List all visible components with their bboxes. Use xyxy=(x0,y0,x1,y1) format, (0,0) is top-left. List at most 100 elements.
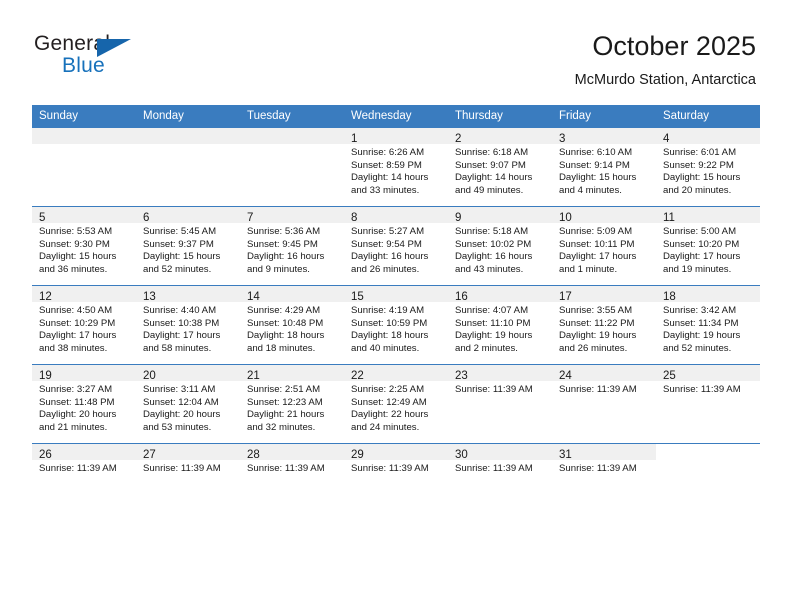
calendar-cell-empty[interactable] xyxy=(240,127,344,207)
calendar-day-cell[interactable]: 14 Sunrise: 4:29 AM Sunset: 10:48 PM Daylig… xyxy=(240,285,344,365)
calendar-day-cell[interactable]: 12 Sunrise: 4:50 AM Sunset: 10:29 PM Daylig… xyxy=(32,285,136,365)
day-number-band: 9 xyxy=(448,207,552,224)
calendar-day-cell[interactable]: 18 Sunrise: 3:42 AM Sunset: 11:34 PM Daylig… xyxy=(656,285,760,365)
day-number: 6 xyxy=(143,212,150,224)
logo-text-blue: Blue xyxy=(62,54,105,77)
daylight-text: Daylight: 20 hours and 21 minutes. xyxy=(39,409,117,433)
sunrise-text: Sunrise: 5:36 AM xyxy=(247,226,321,237)
calendar-day-cell[interactable]: 7 Sunrise: 5:36 AM Sunset: 9:45 PM Daylight… xyxy=(240,206,344,286)
day-details: Sunrise: 3:55 AM Sunset: 11:22 PM Daylight… xyxy=(552,302,656,355)
day-details: Sunrise: 11:39 AM xyxy=(344,460,448,476)
calendar-day-cell[interactable]: 28 Sunrise: 11:39 AM xyxy=(240,443,344,522)
sunset-text: Sunset: 10:20 PM xyxy=(663,238,740,250)
day-number: 26 xyxy=(39,449,52,461)
calendar-week-row: 1 Sunrise: 6:26 AM Sunset: 8:59 PM Daylight… xyxy=(32,127,760,207)
sunset-text: Sunset: 10:38 PM xyxy=(143,317,220,329)
weekday-header-row: Sunday Monday Tuesday Wednesday Thursday… xyxy=(32,105,760,128)
sunrise-text: Sunrise: 2:51 AM xyxy=(247,384,321,395)
title-block: October 2025 McMurdo Station, Antarctica xyxy=(575,30,756,90)
day-number-band: 22 xyxy=(344,365,448,382)
calendar-cell-empty[interactable] xyxy=(32,127,136,207)
day-number-band: 16 xyxy=(448,286,552,303)
calendar-day-cell[interactable]: 16 Sunrise: 4:07 AM Sunset: 11:10 PM Daylig… xyxy=(448,285,552,365)
day-details: Sunrise: 4:50 AM Sunset: 10:29 PM Daylight… xyxy=(32,302,136,355)
calendar-cell-empty[interactable] xyxy=(656,443,760,522)
calendar-day-cell[interactable]: 19 Sunrise: 3:27 AM Sunset: 11:48 PM Daylig… xyxy=(32,364,136,444)
calendar-day-cell[interactable]: 8 Sunrise: 5:27 AM Sunset: 9:54 PM Daylight… xyxy=(344,206,448,286)
day-details: Sunrise: 11:39 AM xyxy=(240,460,344,476)
page-subtitle: McMurdo Station, Antarctica xyxy=(574,72,756,88)
calendar-day-cell[interactable]: 4 Sunrise: 6:01 AM Sunset: 9:22 PM Daylight… xyxy=(656,127,760,207)
day-number-band: 2 xyxy=(448,128,552,145)
sunset-text: Sunset: 9:14 PM xyxy=(559,159,630,171)
day-number: 23 xyxy=(455,370,468,382)
calendar-day-cell[interactable]: 15 Sunrise: 4:19 AM Sunset: 10:59 PM Daylig… xyxy=(344,285,448,365)
day-number-band: 19 xyxy=(32,365,136,382)
generalblue-logo: General Blue xyxy=(34,32,154,84)
daylight-text: Daylight: 17 hours and 19 minutes. xyxy=(663,251,741,275)
day-details: Sunrise: 2:25 AM Sunset: 12:49 AM Daylight… xyxy=(344,381,448,434)
day-details: Sunrise: 6:10 AM Sunset: 9:14 PM Daylight:… xyxy=(552,144,656,197)
day-number: 28 xyxy=(247,449,260,461)
calendar-day-cell[interactable]: 11 Sunrise: 5:00 AM Sunset: 10:20 PM Daylig… xyxy=(656,206,760,286)
calendar-day-cell[interactable]: 25 Sunrise: 11:39 AM xyxy=(656,364,760,444)
day-number: 3 xyxy=(559,133,566,145)
day-number-band: 24 xyxy=(552,365,656,382)
calendar-day-cell[interactable]: 23 Sunrise: 11:39 AM xyxy=(448,364,552,444)
sunset-text: Sunset: 10:29 PM xyxy=(39,317,116,329)
day-number: 7 xyxy=(247,212,254,224)
calendar-day-cell[interactable]: 10 Sunrise: 5:09 AM Sunset: 10:11 PM Daylig… xyxy=(552,206,656,286)
sunrise-text: Sunrise: 3:42 AM xyxy=(663,305,737,316)
day-number: 25 xyxy=(663,370,676,382)
calendar-day-cell[interactable]: 30 Sunrise: 11:39 AM xyxy=(448,443,552,522)
day-number: 20 xyxy=(143,370,156,382)
calendar-day-cell[interactable]: 27 Sunrise: 11:39 AM xyxy=(136,443,240,522)
daylight-text: Daylight: 15 hours and 20 minutes. xyxy=(663,172,741,196)
sunrise-text: Sunrise: 5:45 AM xyxy=(143,226,217,237)
sunset-text: Sunset: 9:22 PM xyxy=(663,159,734,171)
daylight-text: Daylight: 20 hours and 53 minutes. xyxy=(143,409,221,433)
daylight-text: Daylight: 14 hours and 33 minutes. xyxy=(351,172,429,196)
day-number: 5 xyxy=(39,212,46,224)
calendar-day-cell[interactable]: 17 Sunrise: 3:55 AM Sunset: 11:22 PM Daylig… xyxy=(552,285,656,365)
calendar-day-cell[interactable]: 1 Sunrise: 6:26 AM Sunset: 8:59 PM Daylight… xyxy=(344,127,448,207)
day-details: Sunrise: 5:09 AM Sunset: 10:11 PM Daylight… xyxy=(552,223,656,276)
calendar-day-cell[interactable]: 29 Sunrise: 11:39 AM xyxy=(344,443,448,522)
day-details: Sunrise: 5:18 AM Sunset: 10:02 PM Daylight… xyxy=(448,223,552,276)
day-details: Sunrise: 4:29 AM Sunset: 10:48 PM Daylight… xyxy=(240,302,344,355)
sunrise-text: Sunrise: 5:53 AM xyxy=(39,226,113,237)
day-number-band: 28 xyxy=(240,444,344,461)
calendar-day-cell[interactable]: 24 Sunrise: 11:39 AM xyxy=(552,364,656,444)
day-number-band: 7 xyxy=(240,207,344,224)
calendar-cell-empty[interactable] xyxy=(136,127,240,207)
calendar-day-cell[interactable]: 13 Sunrise: 4:40 AM Sunset: 10:38 PM Daylig… xyxy=(136,285,240,365)
day-number-band xyxy=(32,128,136,144)
calendar-day-cell[interactable]: 21 Sunrise: 2:51 AM Sunset: 12:23 AM Daylig… xyxy=(240,364,344,444)
sunrise-text: Sunrise: 6:10 AM xyxy=(559,147,633,158)
sunrise-text: Sunrise: 11:39 AM xyxy=(247,463,325,474)
calendar-week-row: 12 Sunrise: 4:50 AM Sunset: 10:29 PM Daylig… xyxy=(32,285,760,365)
sunrise-text: Sunrise: 11:39 AM xyxy=(455,463,533,474)
sunrise-text: Sunrise: 6:01 AM xyxy=(663,147,737,158)
calendar-day-cell[interactable]: 6 Sunrise: 5:45 AM Sunset: 9:37 PM Daylight… xyxy=(136,206,240,286)
day-details: Sunrise: 11:39 AM xyxy=(552,381,656,397)
calendar-day-cell[interactable]: 20 Sunrise: 3:11 AM Sunset: 12:04 AM Daylig… xyxy=(136,364,240,444)
sunrise-text: Sunrise: 11:39 AM xyxy=(455,384,533,395)
calendar-day-cell[interactable]: 2 Sunrise: 6:18 AM Sunset: 9:07 PM Daylight… xyxy=(448,127,552,207)
day-details: Sunrise: 4:19 AM Sunset: 10:59 PM Daylight… xyxy=(344,302,448,355)
day-number: 21 xyxy=(247,370,260,382)
day-number: 13 xyxy=(143,291,156,303)
daylight-text: Daylight: 17 hours and 1 minute. xyxy=(559,251,637,275)
calendar-day-cell[interactable]: 22 Sunrise: 2:25 AM Sunset: 12:49 AM Daylig… xyxy=(344,364,448,444)
day-number-band: 26 xyxy=(32,444,136,461)
calendar-day-cell[interactable]: 9 Sunrise: 5:18 AM Sunset: 10:02 PM Dayligh… xyxy=(448,206,552,286)
calendar-day-cell[interactable]: 3 Sunrise: 6:10 AM Sunset: 9:14 PM Daylight… xyxy=(552,127,656,207)
day-number-band: 27 xyxy=(136,444,240,461)
calendar-day-cell[interactable]: 26 Sunrise: 11:39 AM xyxy=(32,443,136,522)
daylight-text: Daylight: 14 hours and 49 minutes. xyxy=(455,172,533,196)
daylight-text: Daylight: 17 hours and 58 minutes. xyxy=(143,330,221,354)
calendar-day-cell[interactable]: 31 Sunrise: 11:39 AM xyxy=(552,443,656,522)
day-details: Sunrise: 11:39 AM xyxy=(448,460,552,476)
calendar-day-cell[interactable]: 5 Sunrise: 5:53 AM Sunset: 9:30 PM Daylight… xyxy=(32,206,136,286)
day-details: Sunrise: 11:39 AM xyxy=(552,460,656,476)
